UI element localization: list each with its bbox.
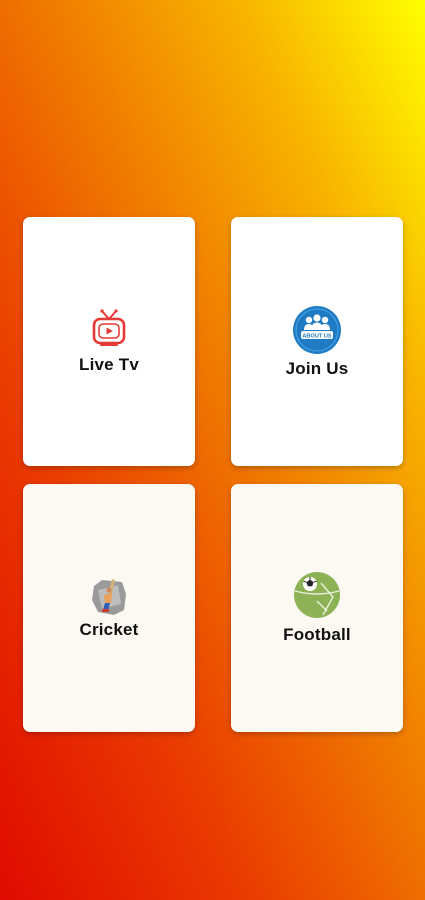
join-us-label: Join Us [285,358,349,378]
join-us-card[interactable]: ABOUT US Join Us [231,217,403,466]
football-card[interactable]: Football [231,484,403,732]
football-label: Football [283,625,351,644]
about-us-icon-text: ABOUT US [302,333,331,339]
about-us-icon: ABOUT US [293,305,341,354]
live-tv-card[interactable]: Live Tv [23,217,195,466]
cricket-icon [92,579,126,615]
live-tv-label: Live Tv [79,354,139,374]
football-icon [294,572,340,618]
cricket-label: Cricket [79,620,139,639]
tv-icon [92,308,126,346]
cricket-card[interactable]: Cricket [23,484,195,732]
